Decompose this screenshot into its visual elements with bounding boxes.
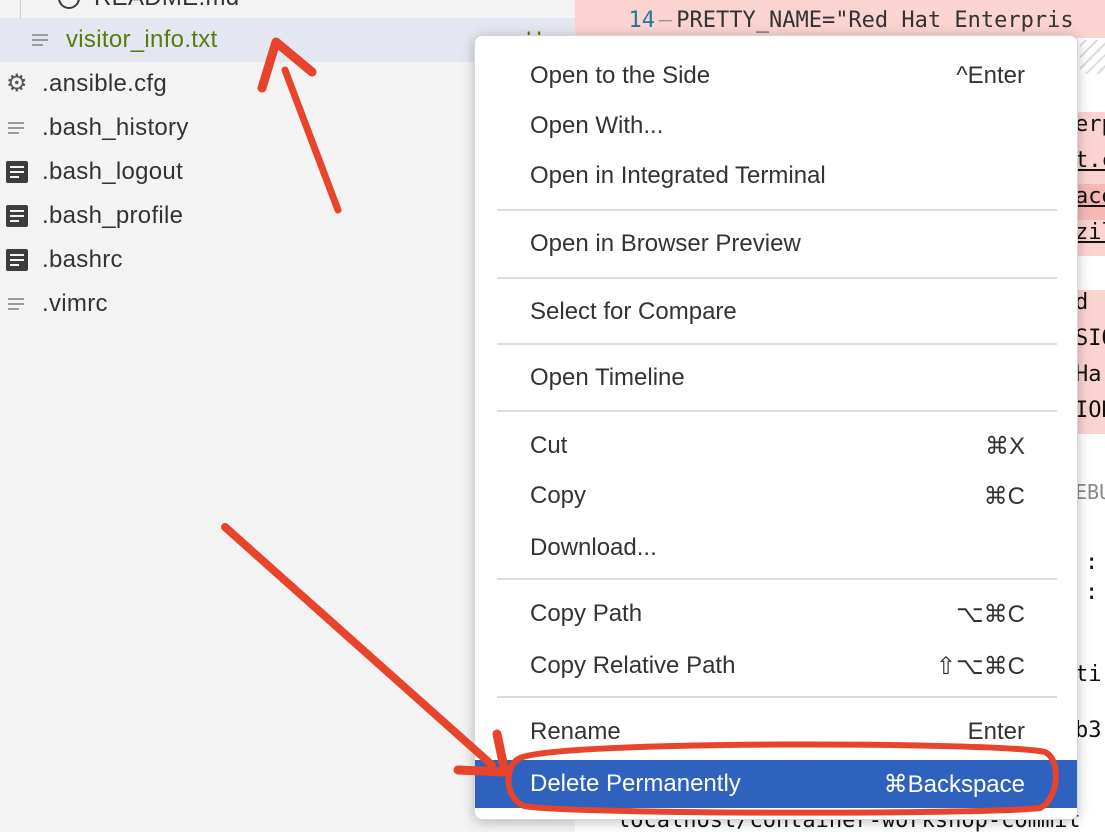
diff-hatch [1080,40,1105,74]
menu-open-to-side[interactable]: Open to the Side ^Enter [477,52,1075,100]
menu-select-for-compare[interactable]: Select for Compare [477,288,1075,336]
line-number: 14 [628,7,656,33]
menu-label: Rename [530,718,621,745]
menu-separator [497,410,1057,412]
menu-separator [497,578,1057,580]
menu-shortcut: ⌘X [984,432,1025,460]
code-fragment: EBU [1075,480,1105,504]
code-fragment: d [1075,290,1105,326]
menu-label: Download... [530,534,657,561]
document-icon [6,249,28,271]
menu-shortcut: ⌘Backspace [883,770,1025,798]
code-text: PRETTY_NAME="Red Hat Enterpris [676,7,1074,33]
code-fragment: ace [1075,184,1105,220]
code-fragment: Ha [1075,362,1105,398]
code-fragment: ION [1075,398,1105,434]
menu-shortcut: ^Enter [956,62,1025,89]
menu-label: Copy [530,482,587,509]
menu-shortcut: ⇧⌥⌘C [935,652,1025,680]
code-fragment: SIO [1075,326,1105,362]
menu-delete-permanently[interactable]: Delete Permanently ⌘Backspace [475,760,1077,808]
menu-label: Delete Permanently [530,770,741,797]
menu-shortcut: Enter [967,718,1025,745]
menu-rename[interactable]: Rename Enter [477,708,1075,756]
context-menu: Open to the Side ^Enter Open With... Ope… [474,35,1078,820]
code-line-14: 14 — PRETTY_NAME="Red Hat Enterpris [575,0,1074,40]
menu-download[interactable]: Download... [477,524,1075,572]
menu-open-in-terminal[interactable]: Open in Integrated Terminal [477,152,1075,200]
code-fragment: zil [1075,220,1105,256]
text-file-icon [6,117,28,139]
code-fragment: t.c [1075,148,1105,184]
document-icon [6,161,28,183]
menu-separator [497,343,1057,345]
code-fragment: : [1085,550,1099,575]
menu-label: Copy Path [530,600,643,627]
menu-separator [497,277,1057,279]
tree-item-readme[interactable]: README.md [0,0,575,20]
text-file-icon [30,29,52,51]
code-fragment: b3 [1075,718,1102,743]
menu-open-with[interactable]: Open With... [477,102,1075,150]
menu-label: Copy Relative Path [530,652,736,679]
menu-copy-relative-path[interactable]: Copy Relative Path ⇧⌥⌘C [477,642,1075,690]
document-icon [6,205,28,227]
menu-copy-path[interactable]: Copy Path ⌥⌘C [477,590,1075,638]
menu-label: Open Timeline [530,364,685,391]
code-fragment: ti [1075,662,1102,687]
menu-separator [497,209,1057,211]
text-file-icon [6,293,28,315]
gear-icon: ⚙ [6,70,28,97]
code-fragment: : [1085,580,1099,605]
menu-copy[interactable]: Copy ⌘C [477,472,1075,520]
code-fragment: erp [1075,112,1105,148]
menu-label: Open in Integrated Terminal [530,162,826,189]
menu-open-browser-preview[interactable]: Open in Browser Preview [477,220,1075,268]
menu-shortcut: ⌘C [983,482,1025,510]
menu-label: Select for Compare [530,298,737,325]
menu-open-timeline[interactable]: Open Timeline [477,354,1075,402]
menu-label: Open With... [530,112,664,139]
menu-cut[interactable]: Cut ⌘X [477,422,1075,470]
menu-separator [497,696,1057,698]
menu-shortcut: ⌥⌘C [956,600,1025,628]
menu-label: Cut [530,432,568,459]
menu-label: Open in Browser Preview [530,230,801,257]
menu-label: Open to the Side [530,62,711,89]
info-icon [58,0,80,9]
